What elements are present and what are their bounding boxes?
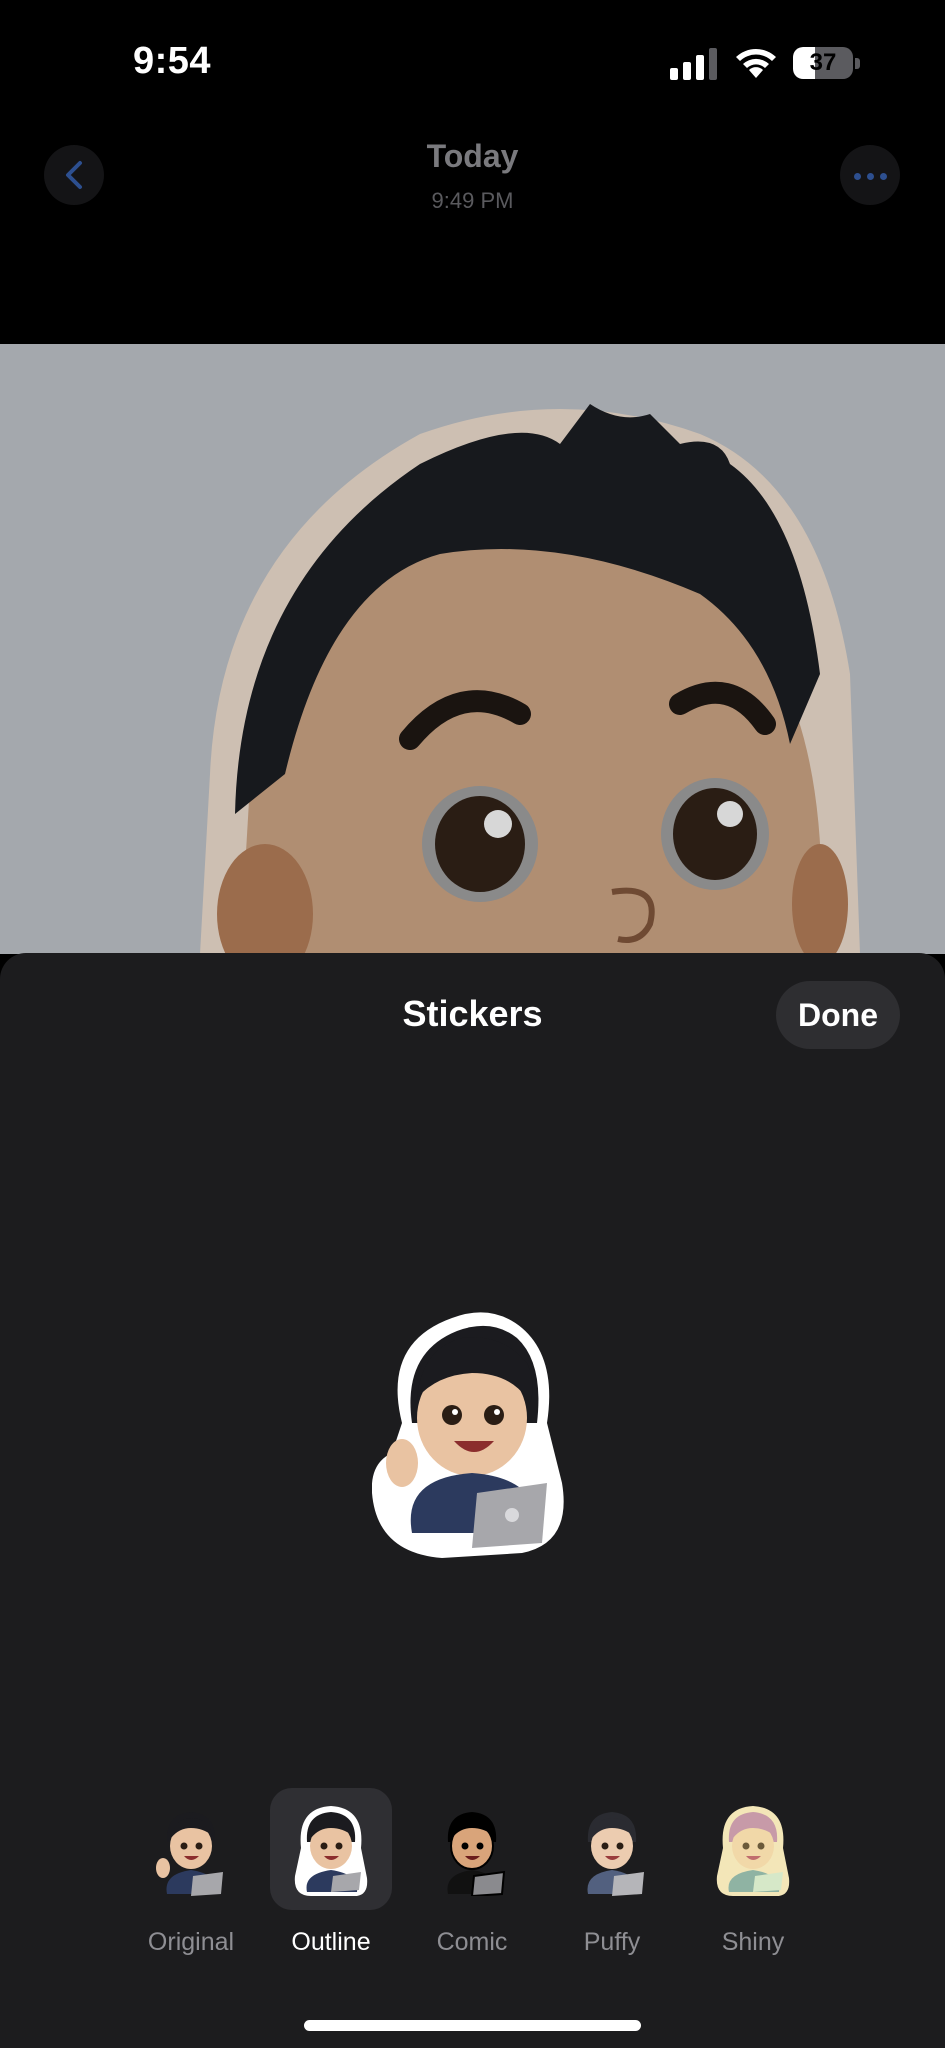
wifi-icon (736, 49, 776, 78)
nav-title: Today (426, 138, 519, 174)
style-label: Shiny (721, 1928, 785, 1956)
stickers-sheet: Stickers Done Original Outline Comic Puf… (0, 953, 945, 2048)
top-nav: Today 9:49 PM (0, 130, 945, 344)
sticker-preview[interactable] (372, 1303, 572, 1573)
style-thumb (130, 1788, 252, 1910)
style-label: Comic (436, 1928, 508, 1956)
style-label: Original (147, 1928, 235, 1956)
sticker-thumbnail-icon (156, 1812, 223, 1896)
style-thumb (551, 1788, 673, 1910)
style-thumb (270, 1788, 392, 1910)
style-label: Puffy (583, 1928, 641, 1956)
style-puffy[interactable]: Puffy (551, 1788, 673, 1978)
battery-level: 37 (809, 49, 837, 76)
style-outline[interactable]: Outline (270, 1788, 392, 1978)
done-button[interactable]: Done (776, 981, 900, 1049)
status-bar: 9:54 37 (0, 0, 945, 130)
sticker-style-picker: Original Outline Comic Puffy Shiny (0, 1788, 945, 1978)
style-thumb (692, 1788, 814, 1910)
photo-image (0, 344, 945, 954)
style-label: Outline (291, 1928, 371, 1956)
home-indicator[interactable] (304, 2020, 641, 2031)
sticker-thumbnail-icon (716, 1806, 790, 1896)
photo-background (0, 344, 945, 954)
cellular-signal-icon (670, 48, 717, 80)
sticker-thumbnail-icon (294, 1806, 368, 1896)
sticker-thumbnail-icon (447, 1812, 506, 1896)
status-time: 9:54 (133, 40, 212, 82)
sticker-thumbnail-icon (587, 1812, 644, 1896)
style-comic[interactable]: Comic (411, 1788, 533, 1978)
nav-subtitle: 9:49 PM (431, 188, 514, 213)
ellipsis-icon (854, 173, 861, 180)
style-shiny[interactable]: Shiny (692, 1788, 814, 1978)
style-original[interactable]: Original (130, 1788, 252, 1978)
more-button[interactable] (840, 145, 900, 205)
battery-icon: 37 (793, 47, 861, 81)
style-thumb (411, 1788, 533, 1910)
